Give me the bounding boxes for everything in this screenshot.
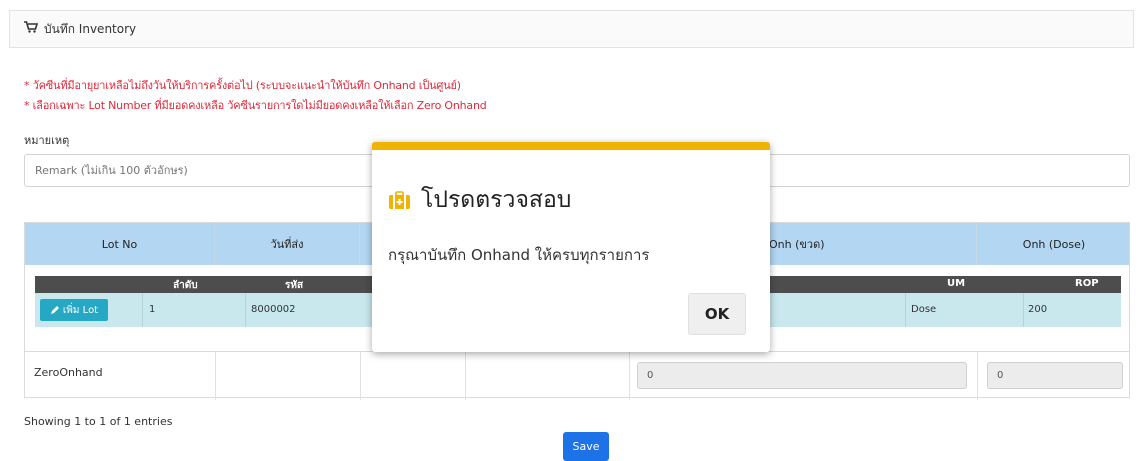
sub-col-seq: ลำดับ [173,280,198,291]
modal-title-text: โปรดตรวจสอบ [421,187,572,213]
cart-icon [24,21,39,37]
col-send-date: วันที่ส่ง [215,223,360,265]
add-lot-label: เพิ่ม Lot [62,304,99,316]
pencil-icon [50,306,59,314]
remark-label: หมายเหตุ [24,134,70,147]
col-lot-no: Lot No [25,223,215,265]
sub-col-code: รหัส [285,280,304,291]
medical-kit-icon [389,190,410,209]
warning-note-1: * วัคซีนที่มีอายุยาเหลือไม่ถึงวันให้บริก… [24,79,461,92]
onh-bottle-input[interactable]: 0 [637,362,967,389]
page-header: บันทึก Inventory [9,10,1134,48]
row-seq: 1 [149,304,156,315]
zero-onhand-label[interactable]: ZeroOnhand [34,366,103,379]
alert-modal: โปรดตรวจสอบ กรุณาบันทึก Onhand ให้ครบทุก… [372,142,770,352]
ok-button[interactable]: OK [688,293,746,335]
save-button[interactable]: Save [563,432,609,461]
col-onh-dose: Onh (Dose) [1022,237,1086,251]
row-rop: 200 [1028,304,1048,315]
modal-title: โปรดตรวจสอบ [388,182,571,218]
page-title: บันทึก Inventory [44,21,137,36]
row-um: Dose [911,304,937,315]
warning-note-2: * เลือกเฉพาะ Lot Number ที่มียอดคงเหลือ … [24,99,487,112]
row-code: 8000002 [251,304,296,315]
sub-col-um: UM [947,278,966,289]
modal-message: กรุณาบันทึก Onhand ให้ครบทุกรายการ [388,246,650,264]
onh-dose-input[interactable]: 0 [987,362,1123,389]
sub-col-rop: ROP [1075,278,1099,289]
entries-info: Showing 1 to 1 of 1 entries [24,415,173,428]
add-lot-button[interactable]: เพิ่ม Lot [40,299,108,321]
zero-onhand-row: ZeroOnhand 0 0 [25,351,1129,400]
